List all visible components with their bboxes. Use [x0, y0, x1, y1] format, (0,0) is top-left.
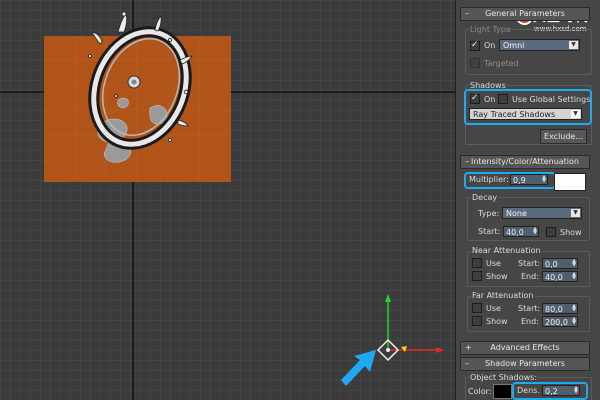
near-use-checkbox[interactable] [472, 258, 482, 268]
chevron-down-icon: ▼ [571, 110, 580, 118]
far-attenuation-label: Far Attenuation [471, 291, 535, 300]
targeted-checkbox[interactable] [470, 58, 480, 68]
intensity-title: Intensity/Color/Attenuation [471, 157, 579, 166]
command-panel: 火星时代 www.hxsd.com –General Parameters Li… [455, 0, 600, 400]
light-type-group [465, 29, 592, 75]
pointer-arrow-icon [341, 350, 376, 386]
perspective-viewport[interactable] [0, 0, 455, 400]
decay-start-label: Start: [478, 227, 501, 236]
exclude-button[interactable]: Exclude... [540, 129, 587, 144]
shadow-parameters-title: Shadow Parameters [485, 359, 565, 368]
decay-show-checkbox[interactable] [546, 227, 556, 237]
viewport-canvas [0, 0, 455, 400]
near-start-spinner[interactable]: 0,0 ▲ ▼ [542, 258, 578, 269]
targeted-label: Targeted [484, 59, 519, 68]
shadows-on-checkbox[interactable]: ✓ [470, 93, 480, 104]
spinner-arrows-icon: ▲ ▼ [572, 258, 576, 268]
light-on-label: On [484, 41, 496, 50]
advanced-effects-rollout-header[interactable]: + Advanced Effects [460, 341, 590, 355]
near-end-label: End: [521, 272, 539, 281]
general-parameters-title: General Parameters [485, 9, 565, 18]
spinner-arrows-icon: ▲ ▼ [572, 303, 576, 313]
near-show-label: Show [486, 272, 508, 281]
light-type-dropdown[interactable]: Omni ▼ [499, 39, 580, 51]
shadow-type-dropdown[interactable]: Ray Traced Shadows ▼ [469, 108, 582, 120]
near-end-spinner[interactable]: 40,0 ▲ ▼ [542, 271, 578, 282]
shadow-parameters-rollout-header[interactable]: – Shadow Parameters [460, 357, 590, 371]
far-show-checkbox[interactable] [472, 316, 482, 326]
spinner-arrows-icon: ▲ ▼ [542, 174, 546, 184]
decay-type-dropdown[interactable]: None ▼ [502, 207, 582, 219]
chevron-down-icon: ▼ [569, 41, 578, 49]
light-type-value: Omni [503, 41, 525, 50]
near-show-checkbox[interactable] [472, 271, 482, 281]
spinner-arrows-icon: ▲ ▼ [533, 226, 537, 236]
decay-show-label: Show [560, 228, 582, 237]
shadows-on-label: On [484, 95, 496, 104]
shadow-color-swatch[interactable] [493, 384, 512, 399]
far-end-value: 200,0 [545, 318, 568, 327]
spinner-arrows-icon: ▲ ▼ [572, 271, 576, 281]
far-start-spinner[interactable]: 80,0 ▲ ▼ [542, 303, 578, 314]
use-global-settings-label: Use Global Settings [512, 95, 591, 104]
light-type-label: Light Type [469, 25, 512, 34]
shadow-type-value: Ray Traced Shadows [473, 110, 556, 119]
spinner-arrows-icon: ▲ ▼ [572, 316, 576, 326]
decay-label: Decay [471, 193, 499, 202]
decay-start-value: 40,0 [506, 228, 524, 237]
far-end-spinner[interactable]: 200,0 ▲ ▼ [542, 316, 578, 327]
object-shadows-label: Object Shadows: [469, 373, 539, 382]
far-show-label: Show [486, 317, 508, 326]
far-end-label: End: [521, 317, 539, 326]
far-use-label: Use [486, 304, 501, 313]
light-color-swatch[interactable] [554, 173, 586, 191]
near-use-label: Use [486, 259, 501, 268]
intensity-rollout-header[interactable]: – Intensity/Color/Attenuation [460, 155, 590, 169]
omni-light-core [131, 79, 137, 85]
far-start-value: 80,0 [545, 305, 563, 314]
near-start-value: 0,0 [545, 260, 558, 269]
density-spinner[interactable]: 0,2 ▲ ▼ [542, 385, 580, 396]
use-global-settings-checkbox[interactable] [498, 94, 508, 104]
density-value: 0,2 [545, 387, 558, 396]
chevron-down-icon: ▼ [571, 209, 580, 217]
decay-type-value: None [506, 209, 527, 218]
general-parameters-rollout-header[interactable]: – General Parameters [460, 7, 590, 21]
multiplier-value: 0,9 [513, 176, 526, 185]
density-label: Dens. [517, 386, 540, 395]
far-start-label: Start: [518, 304, 541, 313]
light-on-checkbox[interactable]: ✓ [470, 40, 480, 51]
near-end-value: 40,0 [545, 273, 563, 282]
multiplier-spinner[interactable]: 0,9 ▲ ▼ [510, 174, 548, 185]
decay-start-spinner[interactable]: 40,0 ▲ ▼ [503, 226, 539, 237]
shadow-color-label: Color: [468, 387, 492, 396]
near-start-label: Start: [518, 259, 541, 268]
far-use-checkbox[interactable] [472, 303, 482, 313]
exclude-label: Exclude... [544, 132, 583, 141]
advanced-effects-title: Advanced Effects [490, 343, 560, 352]
near-attenuation-label: Near Attenuation [471, 246, 542, 255]
spinner-arrows-icon: ▲ ▼ [574, 385, 578, 395]
decay-type-label: Type: [478, 209, 500, 218]
multiplier-label: Multiplier: [469, 175, 509, 184]
transform-gizmo [376, 294, 444, 362]
